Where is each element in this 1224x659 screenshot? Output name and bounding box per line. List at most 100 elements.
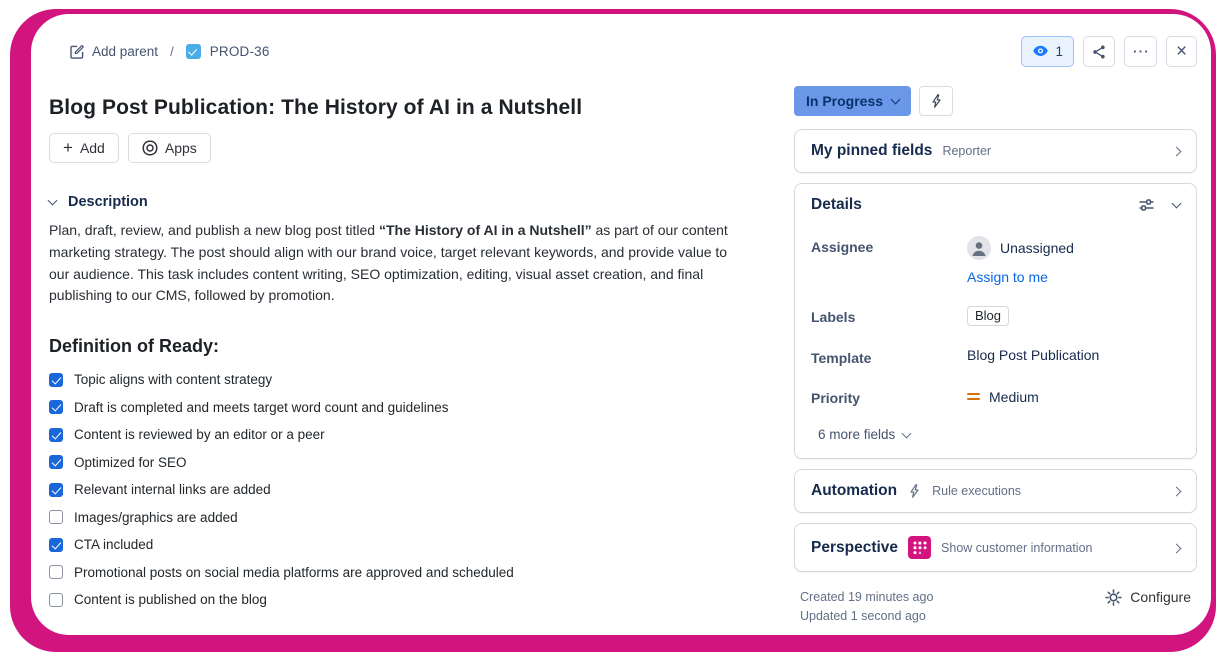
add-parent-button[interactable]: Add parent	[69, 44, 158, 60]
chevron-wrap	[1171, 142, 1182, 160]
issue-view-window: Add parent / PROD-36 1 ⋯ × Blog Post Pub…	[31, 14, 1211, 635]
checklist-item[interactable]: Topic aligns with content strategy	[49, 372, 754, 387]
share-icon	[1093, 45, 1105, 58]
template-value[interactable]: Blog Post Publication	[967, 347, 1099, 366]
chevron-down-icon	[47, 195, 58, 206]
checklist-item-label: Draft is completed and meets target word…	[74, 399, 449, 415]
checklist-item[interactable]: Promotional posts on social media platfo…	[49, 565, 754, 580]
add-button-label: Add	[79, 140, 105, 156]
checkbox-icon[interactable]	[49, 565, 63, 580]
chevron-right-icon	[1171, 543, 1182, 553]
chevron-down-icon	[901, 428, 912, 438]
checklist-item[interactable]: Optimized for SEO	[49, 455, 754, 470]
close-button[interactable]: ×	[1166, 36, 1197, 67]
status-row: In Progress	[794, 86, 1197, 116]
checkbox-icon[interactable]	[49, 510, 63, 525]
screenshot-frame: Add parent / PROD-36 1 ⋯ × Blog Post Pub…	[0, 0, 1224, 659]
priority-value: Medium	[989, 388, 1039, 405]
task-type-icon[interactable]	[185, 44, 201, 59]
pinned-fields-panel: My pinned fields Reporter	[794, 129, 1197, 173]
definition-of-ready-heading: Definition of Ready:	[49, 336, 219, 357]
chevron-wrap	[1171, 539, 1182, 557]
checklist-item[interactable]: CTA included	[49, 537, 754, 552]
more-fields-button[interactable]: 6 more fields	[818, 427, 1180, 442]
description-section-toggle[interactable]: Description	[47, 194, 754, 210]
field-priority: Priority Medium	[811, 387, 1180, 407]
chevron-right-icon	[1171, 486, 1182, 497]
main-column: Blog Post Publication: The History of AI…	[47, 83, 790, 626]
chevron-wrap	[1171, 482, 1182, 500]
breadcrumb-separator: /	[170, 44, 174, 59]
apps-button-label: Apps	[164, 140, 197, 156]
page-title: Blog Post Publication: The History of AI…	[49, 96, 583, 119]
description-text[interactable]: Plan, draft, review, and publish a new b…	[49, 220, 749, 307]
close-icon: ×	[1175, 41, 1188, 62]
checkbox-icon[interactable]	[49, 372, 63, 387]
perspective-panel: Perspective Show customer information	[794, 523, 1197, 572]
checklist-item[interactable]: Content is reviewed by an editor or a pe…	[49, 427, 754, 442]
checklist-item-label: Promotional posts on social media platfo…	[74, 564, 514, 580]
checklist-item-label: Images/graphics are added	[74, 509, 238, 525]
checklist: Topic aligns with content strategy Draft…	[49, 372, 754, 607]
details-header[interactable]: Details	[811, 196, 1182, 214]
labels-label: Labels	[811, 309, 856, 325]
automation-row[interactable]: Automation Rule executions	[795, 470, 1196, 512]
watch-count: 1	[1055, 44, 1063, 59]
watch-button[interactable]: 1	[1021, 36, 1074, 67]
add-button[interactable]: + Add	[49, 133, 119, 163]
checkbox-icon[interactable]	[49, 482, 63, 497]
apps-icon	[142, 140, 158, 156]
checklist-item[interactable]: Draft is completed and meets target word…	[49, 400, 754, 415]
apps-button[interactable]: Apps	[127, 133, 211, 163]
checklist-item-label: Topic aligns with content strategy	[74, 372, 273, 388]
more-fields-label: 6 more fields	[818, 427, 896, 442]
automation-quick-button[interactable]	[919, 86, 954, 116]
checkbox-icon[interactable]	[49, 592, 63, 607]
issue-key[interactable]: PROD-36	[210, 44, 270, 59]
share-button[interactable]	[1083, 36, 1115, 67]
checklist-item-label: CTA included	[74, 537, 154, 553]
assignee-value-row[interactable]: Unassigned	[967, 236, 1074, 260]
details-fields: Assignee Unassigned Assign to me Labels …	[811, 236, 1180, 442]
automation-title: Automation	[811, 482, 898, 499]
checkbox-icon[interactable]	[49, 427, 63, 442]
perspective-subtitle: Show customer information	[941, 540, 1093, 555]
add-parent-label: Add parent	[92, 44, 159, 59]
sliders-icon[interactable]	[1138, 197, 1155, 213]
assign-to-me-link[interactable]: Assign to me	[967, 269, 1074, 285]
details-panel: Details Assignee Unassigned Assign to me…	[794, 183, 1197, 459]
issue-toolbar: + Add Apps	[49, 133, 754, 163]
automation-panel: Automation Rule executions	[794, 469, 1197, 513]
chevron-down-icon	[890, 94, 901, 105]
topbar: Add parent / PROD-36 1 ⋯ ×	[49, 36, 1197, 67]
pinned-fields-subtitle: Reporter	[942, 144, 992, 158]
checklist-item[interactable]: Content is published on the blog	[49, 592, 754, 607]
chevron-down-icon[interactable]	[1171, 198, 1182, 209]
status-dropdown-button[interactable]: In Progress	[794, 86, 912, 116]
pinned-fields-row[interactable]: My pinned fields Reporter	[795, 130, 1196, 172]
priority-label: Priority	[811, 390, 861, 406]
checklist-item[interactable]: Images/graphics are added	[49, 510, 754, 525]
configure-button[interactable]: Configure	[1105, 588, 1191, 626]
priority-value-row[interactable]: Medium	[967, 387, 1039, 406]
status-label: In Progress	[806, 93, 884, 109]
more-button[interactable]: ⋯	[1124, 36, 1157, 67]
description-text-before: Plan, draft, review, and publish a new b…	[49, 222, 379, 238]
label-chip[interactable]: Blog	[967, 306, 1010, 326]
created-text: Created 19 minutes ago	[800, 590, 934, 604]
description-heading: Description	[68, 194, 148, 210]
automation-subtitle: Rule executions	[932, 484, 1022, 498]
edit-icon	[70, 44, 84, 59]
assignee-label: Assignee	[811, 239, 874, 255]
checklist-item-label: Optimized for SEO	[74, 454, 187, 470]
checkbox-icon[interactable]	[49, 537, 63, 552]
more-icon: ⋯	[1132, 42, 1149, 61]
template-label: Template	[811, 350, 872, 366]
pinned-fields-title: My pinned fields	[811, 142, 933, 159]
lightning-icon	[910, 484, 919, 498]
checkbox-icon[interactable]	[49, 400, 63, 415]
checkbox-icon[interactable]	[49, 455, 63, 470]
perspective-row[interactable]: Perspective Show customer information	[795, 524, 1196, 571]
checklist-item[interactable]: Relevant internal links are added	[49, 482, 754, 497]
checklist-item-label: Relevant internal links are added	[74, 482, 271, 498]
